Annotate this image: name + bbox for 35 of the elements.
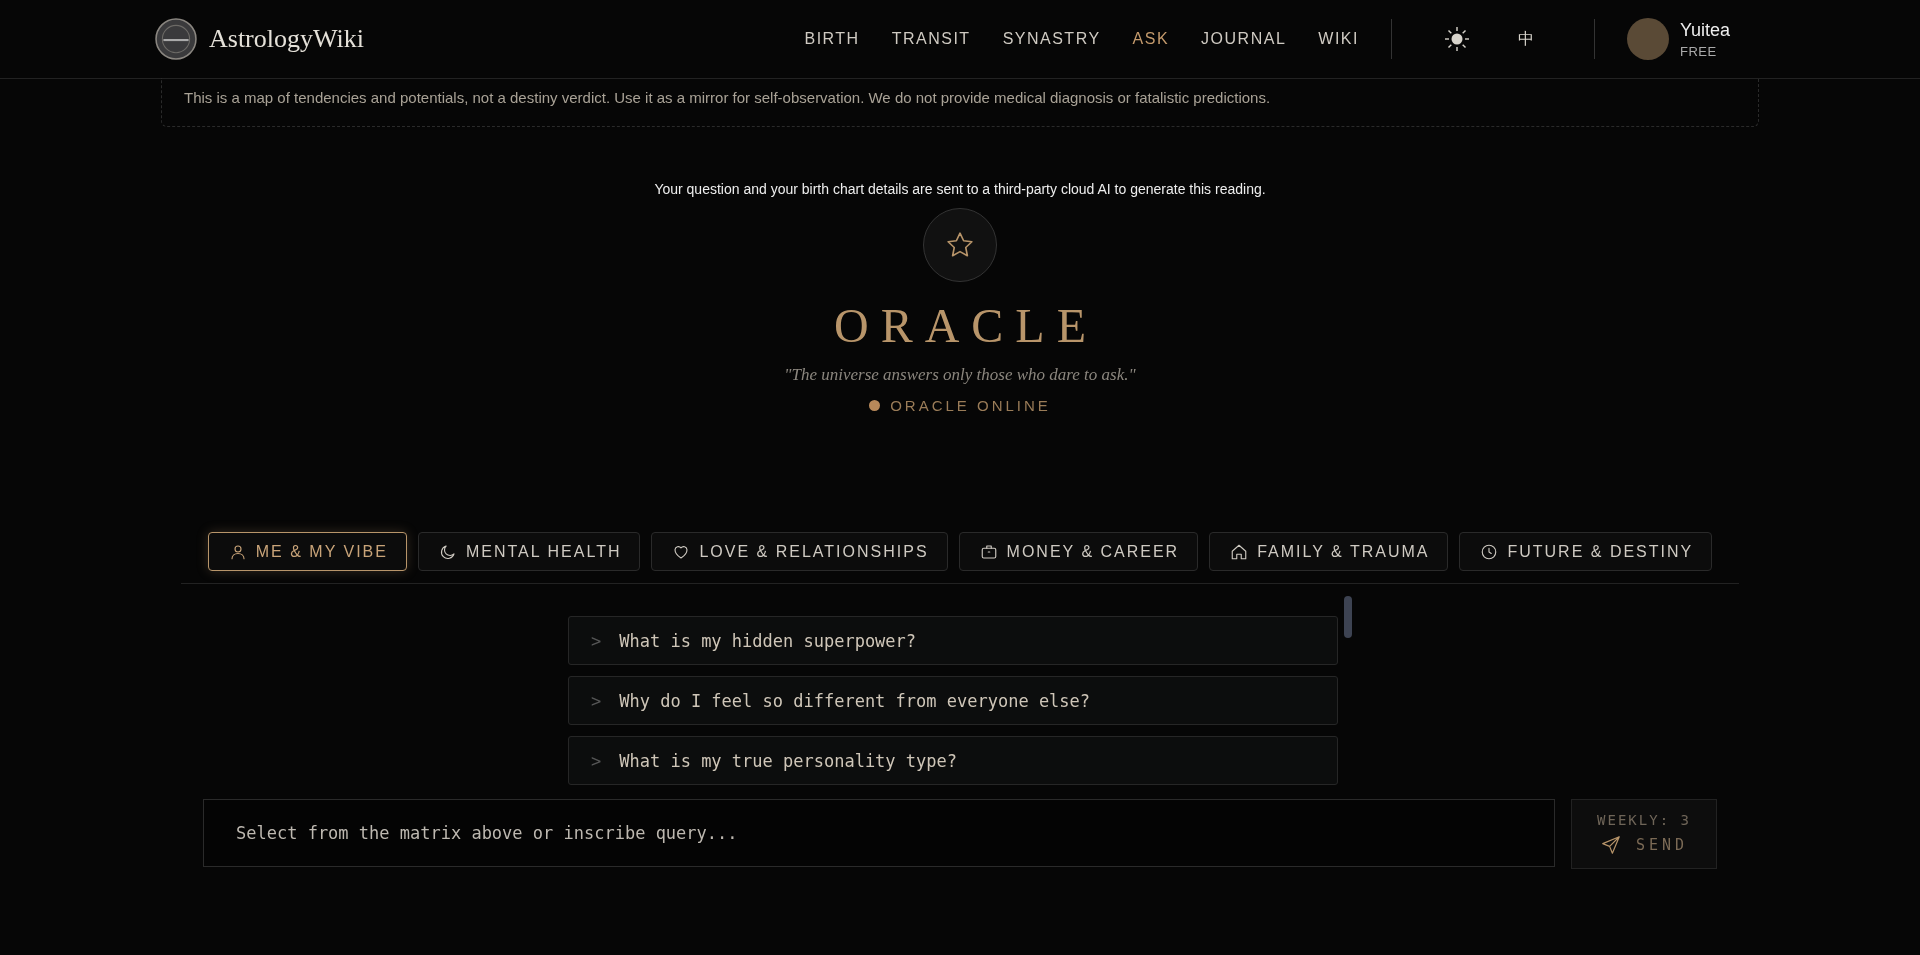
category-tab[interactable]: MONEY & CAREER	[958, 532, 1199, 571]
privacy-notice: Your question and your birth chart details are sent to a third-party cloud AI to generate this reading.	[654, 181, 1266, 197]
language-button[interactable]: 中	[1513, 24, 1538, 54]
category-tab[interactable]: FUTURE & DESTINY	[1459, 532, 1713, 571]
send-button[interactable]: WEEKLY: 3 SEND	[1571, 799, 1717, 869]
nav-link[interactable]: BIRTH	[804, 30, 860, 48]
suggested-question[interactable]: > Why do I feel so different from everyone else?	[568, 676, 1338, 725]
plan-label: FREE	[1679, 43, 1718, 59]
category-tab[interactable]: FAMILY & TRAUMA	[1209, 532, 1449, 571]
crescent-moon-icon	[438, 542, 457, 561]
scrollbar-thumb[interactable]	[1344, 596, 1352, 638]
nav-link[interactable]: TRANSIT	[891, 30, 971, 48]
suggested-question[interactable]: > What is my hidden superpower?	[568, 616, 1338, 665]
nav-link[interactable]: JOURNAL	[1201, 30, 1287, 48]
oracle-title: ORACLE	[833, 298, 1098, 353]
person-icon	[228, 542, 247, 561]
suggested-question[interactable]: > What is my true personality type?	[568, 736, 1338, 785]
sun-icon[interactable]	[1443, 26, 1470, 52]
oracle-quote: "The universe answers only those who dare to ask."	[784, 365, 1136, 385]
nav-link[interactable]: WIKI	[1318, 30, 1359, 48]
category-tab[interactable]: LOVE & RELATIONSHIPS	[651, 532, 948, 571]
category-tab[interactable]: ME & MY VIBE	[207, 532, 407, 571]
status-label: ORACLE ONLINE	[890, 397, 1051, 414]
category-tab[interactable]: MENTAL HEALTH	[417, 532, 641, 571]
user-name: Yuitea	[1679, 19, 1730, 41]
house-icon	[1230, 542, 1249, 561]
disclaimer-text: This is a map of tendencies and potentials, not a destiny verdict. Use it as a mirror for self-observation. We do not provide medical diagnosis or fatalistic predictions.	[184, 89, 1271, 106]
paper-plane-icon	[1599, 834, 1622, 856]
site-logo-text[interactable]: AstrologyWiki	[209, 24, 364, 54]
clock-icon	[1480, 542, 1499, 561]
query-input[interactable]: Select from the matrix above or inscribe query...	[203, 799, 1555, 867]
briefcase-icon	[979, 542, 998, 561]
nav-link[interactable]: ASK	[1132, 30, 1170, 48]
logo-icon[interactable]	[155, 18, 197, 60]
nav-link[interactable]: SYNASTRY	[1002, 30, 1101, 48]
